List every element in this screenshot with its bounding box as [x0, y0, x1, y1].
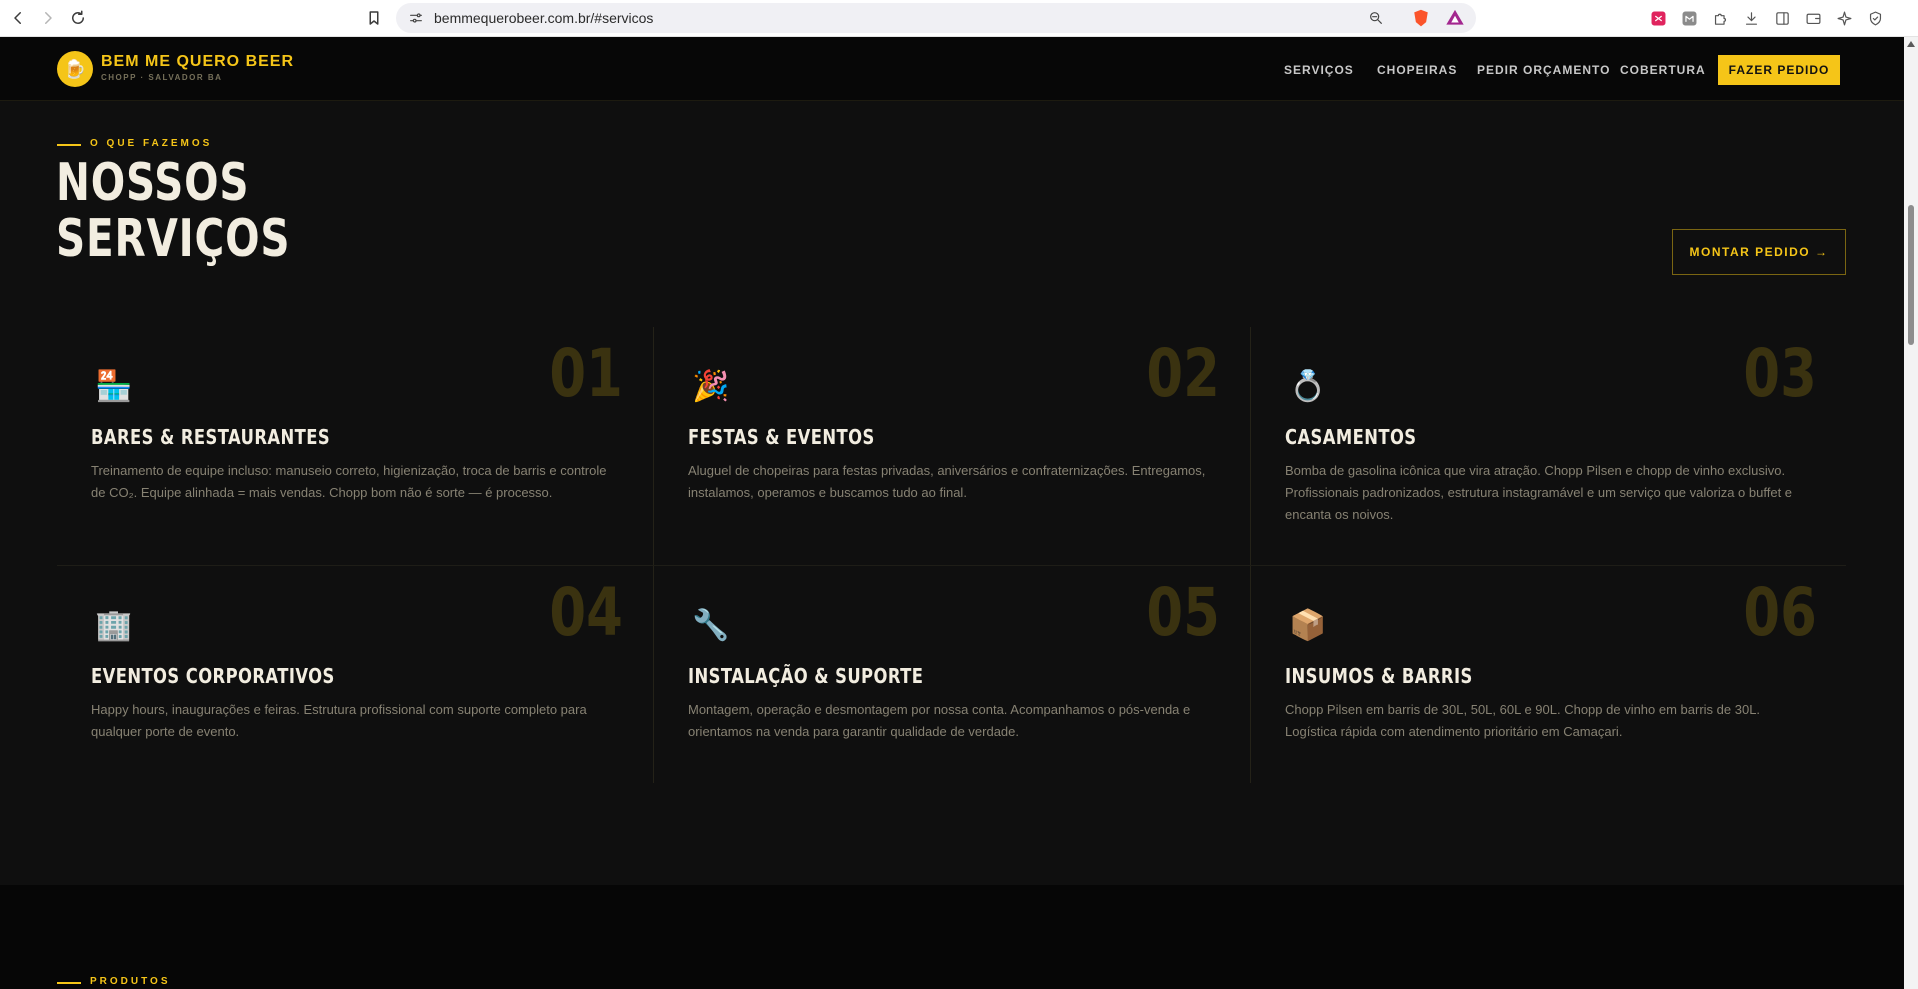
nav-link-pedir-orcamento[interactable]: PEDIR ORÇAMENTO [1477, 63, 1610, 77]
section-title: NOSSOS SERVIÇOS [56, 155, 290, 267]
service-card-instalacao: 05 🔧 INSTALAÇÃO & SUPORTE Montagem, oper… [654, 566, 1250, 804]
logo-badge[interactable]: 🍺 [57, 51, 93, 87]
service-number: 03 [1743, 335, 1817, 412]
extensions-puzzle-icon[interactable] [1711, 9, 1729, 27]
vpn-shield-icon[interactable] [1866, 9, 1884, 27]
nav-link-cobertura[interactable]: COBERTURA [1620, 63, 1706, 77]
service-description: Aluguel de chopeiras para festas privada… [688, 463, 1206, 500]
service-description: Happy hours, inaugurações e feiras. Estr… [91, 702, 587, 739]
address-bar[interactable]: bemmequerobeer.com.br/#servicos [396, 3, 1476, 33]
zoom-icon[interactable] [1368, 10, 1384, 26]
browser-toolbar: bemmequerobeer.com.br/#servicos [0, 0, 1918, 37]
bookmark-icon [369, 11, 379, 25]
ring-icon: 💍 [1289, 370, 1327, 403]
service-number: 02 [1146, 335, 1220, 412]
brave-shield-icon[interactable] [1412, 9, 1430, 27]
service-description: Montagem, operação e desmontagem por nos… [688, 702, 1191, 739]
beer-mug-icon: 🍺 [63, 58, 87, 79]
reload-icon [72, 10, 84, 24]
fazer-pedido-button[interactable]: FAZER PEDIDO [1718, 55, 1840, 85]
bookmark-button[interactable] [362, 6, 386, 30]
wrench-icon: 🔧 [692, 609, 730, 642]
nav-link-chopeiras[interactable]: CHOPEIRAS [1377, 63, 1457, 77]
sidebar-toggle-icon[interactable] [1773, 9, 1791, 27]
package-icon: 📦 [1289, 609, 1327, 642]
service-card-casamentos: 03 💍 CASAMENTOS Bomba de gasolina icônic… [1251, 327, 1847, 565]
back-arrow-icon [14, 12, 21, 24]
nav-link-servicos[interactable]: SERVIÇOS [1284, 63, 1354, 77]
brave-rewards-icon[interactable] [1446, 9, 1464, 27]
url-text[interactable]: bemmequerobeer.com.br/#servicos [434, 10, 653, 26]
next-section-produtos [0, 885, 1904, 989]
site-header: 🍺 BEM ME QUERO BEER CHOPP · SALVADOR BA … [0, 37, 1904, 101]
service-description: Chopp Pilsen em barris de 30L, 50L, 60L … [1285, 702, 1761, 739]
reload-button[interactable] [66, 6, 90, 30]
service-card-festas: 02 🎉 FESTAS & EVENTOS Aluguel de chopeir… [654, 327, 1250, 565]
service-title: EVENTOS CORPORATIVOS [91, 664, 335, 688]
service-number: 06 [1743, 574, 1817, 651]
service-title: FESTAS & EVENTOS [688, 425, 875, 449]
eyebrow-line [57, 144, 81, 146]
site-settings-icon[interactable] [408, 10, 424, 26]
service-title: INSUMOS & BARRIS [1285, 664, 1473, 688]
office-building-icon: 🏢 [95, 609, 133, 642]
party-popper-icon: 🎉 [692, 370, 730, 403]
download-icon[interactable] [1742, 9, 1760, 27]
scrollbar-thumb[interactable] [1908, 205, 1914, 345]
service-title: CASAMENTOS [1285, 425, 1417, 449]
service-description: Treinamento de equipe incluso: manuseio … [91, 463, 607, 500]
wallet-icon[interactable] [1804, 9, 1822, 27]
service-number: 01 [549, 335, 623, 412]
service-card-corporativos: 04 🏢 EVENTOS CORPORATIVOS Happy hours, i… [57, 566, 653, 804]
section-eyebrow: O QUE FAZEMOS [90, 138, 213, 149]
next-eyebrow-line [57, 982, 81, 984]
service-description: Bomba de gasolina icônica que vira atraç… [1285, 463, 1793, 522]
service-number: 04 [549, 574, 623, 651]
forward-button[interactable] [36, 6, 60, 30]
service-title: BARES & RESTAURANTES [91, 425, 331, 449]
service-card-insumos: 06 📦 INSUMOS & BARRIS Chopp Pilsen em ba… [1251, 566, 1847, 804]
extension-red-icon[interactable] [1649, 9, 1667, 27]
montar-pedido-button[interactable]: MONTAR PEDIDO → [1672, 229, 1846, 275]
next-section-eyebrow: PRODUTOS [90, 976, 171, 987]
forward-arrow-icon [45, 12, 52, 24]
leo-ai-icon[interactable] [1835, 9, 1853, 27]
service-number: 05 [1146, 574, 1220, 651]
back-button[interactable] [6, 6, 30, 30]
service-title: INSTALAÇÃO & SUPORTE [688, 664, 924, 688]
section-title-line2: SERVIÇOS [56, 209, 291, 269]
services-grid: 01 🏪 BARES & RESTAURANTES Treinamento de… [57, 327, 1846, 783]
brand-name[interactable]: BEM ME QUERO BEER [101, 53, 294, 71]
extension-m-icon[interactable] [1680, 9, 1698, 27]
store-24h-icon: 🏪 [95, 370, 133, 403]
scroll-up-arrow-icon[interactable] [1907, 41, 1915, 47]
page-viewport: 🍺 BEM ME QUERO BEER CHOPP · SALVADOR BA … [0, 37, 1904, 989]
page-scrollbar[interactable] [1904, 37, 1918, 989]
service-card-bares: 01 🏪 BARES & RESTAURANTES Treinamento de… [57, 327, 653, 565]
brand-tagline: CHOPP · SALVADOR BA [101, 73, 223, 82]
section-title-line1: NOSSOS [56, 153, 250, 213]
